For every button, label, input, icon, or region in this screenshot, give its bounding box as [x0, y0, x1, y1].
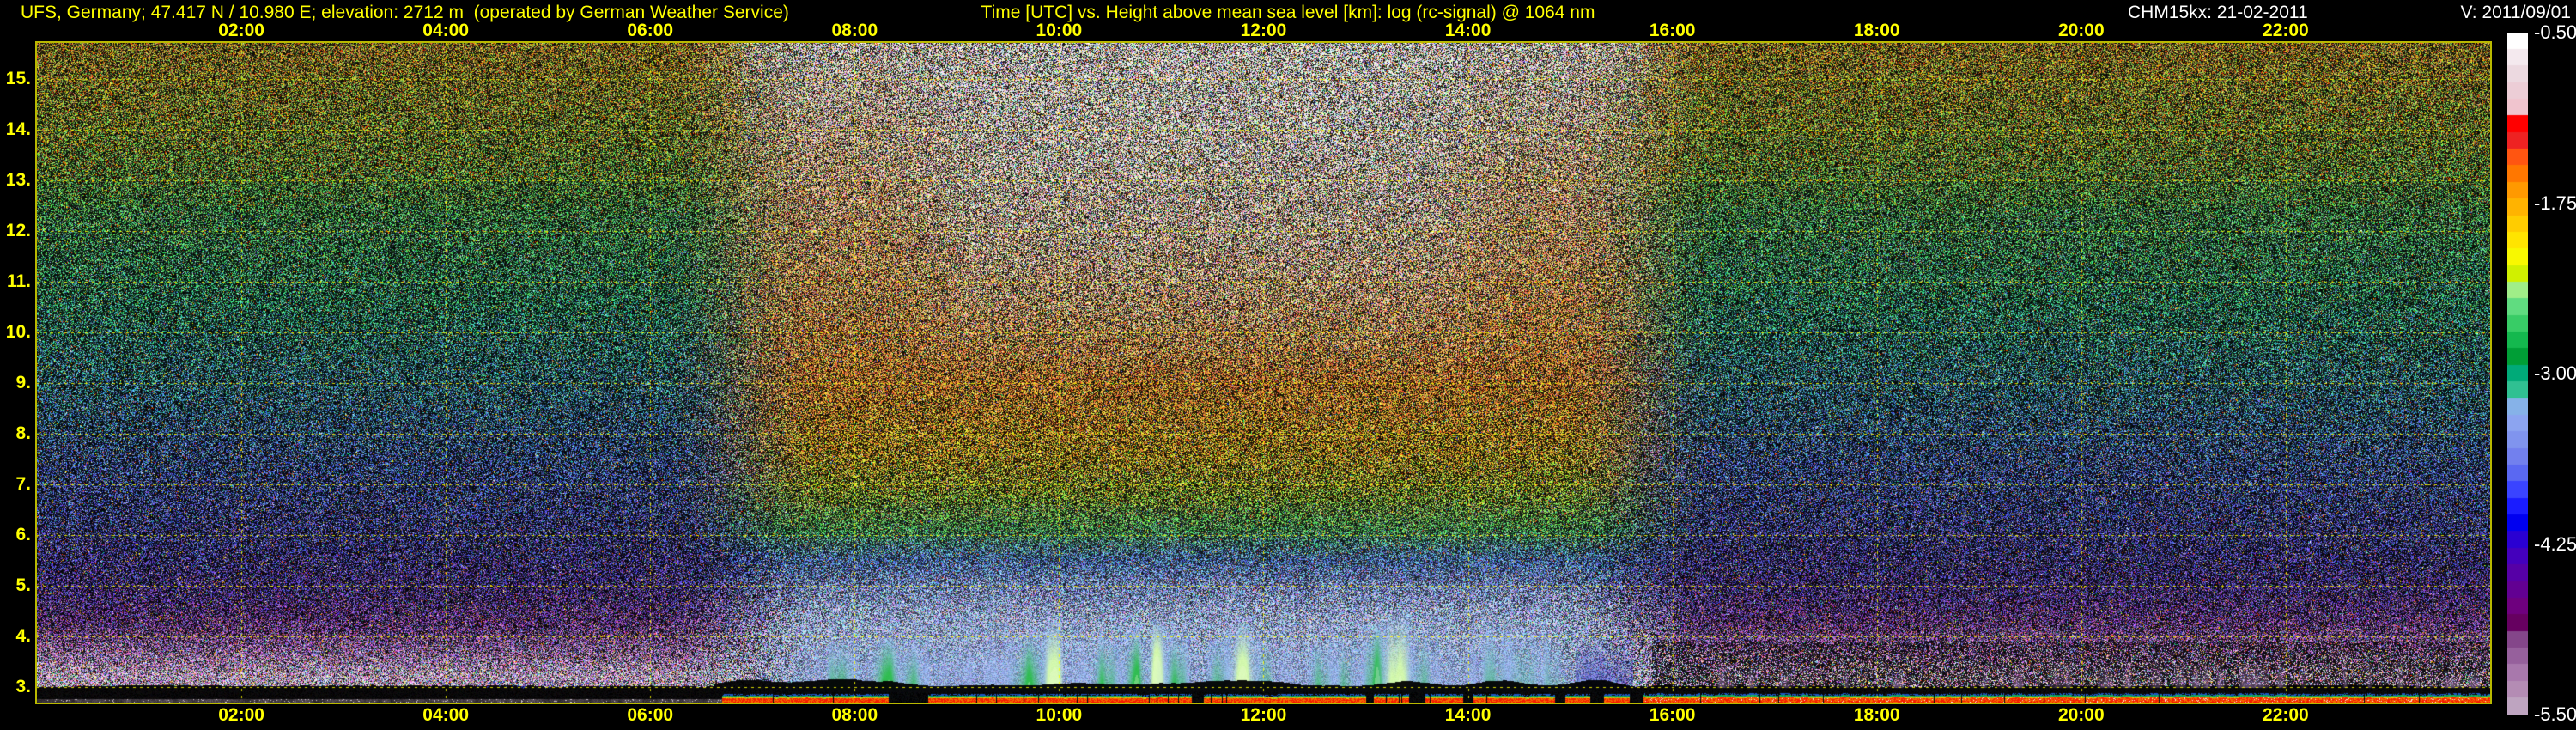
colorbar-tick-label: -3.00 — [2534, 362, 2576, 384]
x-tick-label-bottom: 16:00 — [1649, 705, 1696, 725]
x-tick-label-top: 06:00 — [627, 21, 674, 40]
x-tick-label-top: 02:00 — [218, 21, 264, 40]
y-tick-label: 9. — [15, 373, 31, 392]
y-tick-label: 15. — [5, 69, 31, 88]
y-tick-label: 7. — [15, 474, 31, 494]
y-tick-label: 8. — [15, 423, 31, 443]
x-tick-label-bottom: 14:00 — [1444, 705, 1492, 725]
y-tick-label: 11. — [6, 271, 31, 291]
x-tick-label-bottom: 20:00 — [2057, 705, 2105, 725]
x-axis-top-ticks: 02:00 04:00 06:00 08:00 10:00 12:00 14:00 16:00… — [0, 21, 2576, 41]
y-tick-label: 4. — [15, 626, 31, 646]
x-tick-label-top: 20:00 — [2057, 21, 2105, 40]
colorbar-tick-label: -1.75 — [2534, 192, 2576, 214]
x-tick-label-bottom: 02:00 — [218, 705, 264, 725]
colorbar-tick-label: -0.50 — [2534, 21, 2576, 43]
ceilometer-quicklook: UFS, Germany; 47.417 N / 10.980 E; eleva… — [0, 0, 2576, 730]
x-tick-label-bottom: 22:00 — [2263, 705, 2309, 725]
colorbar — [2507, 33, 2528, 715]
x-tick-label-top: 12:00 — [1240, 21, 1287, 40]
x-tick-label-bottom: 10:00 — [1036, 705, 1083, 725]
x-tick-label-top: 16:00 — [1649, 21, 1696, 40]
x-axis-bottom-ticks: 02:00 04:00 06:00 08:00 10:00 12:00 14:00 16:00… — [0, 704, 2576, 728]
y-tick-label: 12. — [5, 221, 31, 240]
x-tick-label-bottom: 08:00 — [831, 705, 878, 725]
y-tick-label: 6. — [15, 525, 31, 544]
y-tick-label: 3. — [15, 677, 31, 697]
colorbar-tick-label: -4.25 — [2534, 532, 2576, 555]
y-tick-label: 10. — [5, 322, 31, 342]
y-axis-ticks: 15. 14. 13. 12. 11. 10. 9. 8. 7. 6. 5. 4. 3. — [0, 0, 33, 730]
plot-area — [35, 41, 2492, 704]
x-tick-label-bottom: 18:00 — [1853, 705, 1900, 725]
x-tick-label-bottom: 12:00 — [1240, 705, 1287, 725]
y-tick-label: 14. — [5, 119, 31, 139]
x-tick-label-top: 22:00 — [2263, 21, 2309, 40]
x-tick-label-top: 08:00 — [831, 21, 878, 40]
x-tick-label-top: 14:00 — [1444, 21, 1492, 40]
x-tick-label-bottom: 04:00 — [422, 705, 470, 725]
x-tick-label-bottom: 06:00 — [627, 705, 674, 725]
x-tick-label-top: 10:00 — [1036, 21, 1083, 40]
y-tick-label: 5. — [15, 575, 31, 595]
y-tick-label: 13. — [5, 170, 31, 190]
x-tick-label-top: 04:00 — [422, 21, 470, 40]
x-tick-label-top: 18:00 — [1853, 21, 1900, 40]
colorbar-tick-label: -5.50 — [2534, 703, 2576, 725]
heatmap-canvas — [37, 43, 2490, 703]
